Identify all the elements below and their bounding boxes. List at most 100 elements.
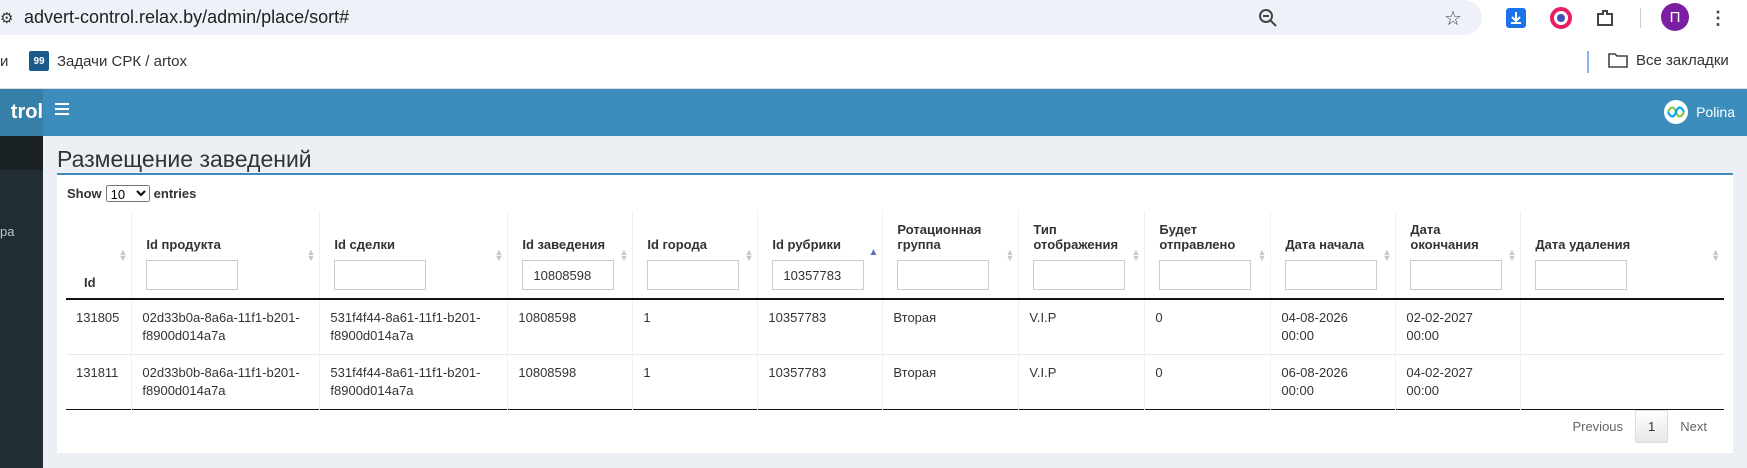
download-icon[interactable] bbox=[1502, 4, 1530, 32]
sort-icon[interactable]: ▲ ▼ bbox=[1005, 248, 1014, 263]
column-header[interactable]: Дата начала ▲ ▼ bbox=[1270, 211, 1396, 299]
column-filter-input[interactable] bbox=[1410, 260, 1503, 290]
column-filter-input[interactable] bbox=[647, 260, 740, 290]
table-cell: 10808598 bbox=[507, 299, 633, 354]
profile-avatar[interactable]: П bbox=[1661, 3, 1689, 31]
next-page-button[interactable]: Next bbox=[1668, 411, 1719, 442]
places-table: Id ▲ ▼ Id продукта ▲ ▼ Id сделки ▲ ▼ Id заведения… bbox=[66, 211, 1724, 410]
page-length-select[interactable]: 10 bbox=[105, 185, 150, 202]
entries-label: entries bbox=[153, 186, 197, 201]
pagination: Previous 1 Next bbox=[1560, 410, 1719, 443]
column-filter-input[interactable] bbox=[1535, 260, 1628, 290]
sort-asc-icon[interactable]: ▲ bbox=[868, 248, 878, 258]
table-cell: 0 bbox=[1144, 354, 1271, 409]
column-header[interactable]: Тип отображения ▲ ▼ bbox=[1018, 211, 1145, 299]
column-header-label: Id сделки bbox=[334, 237, 396, 252]
table-cell: 0 bbox=[1144, 299, 1271, 354]
browser-toolbar: ⚙ advert-control.relax.by/admin/place/so… bbox=[0, 0, 1747, 35]
show-label: Show bbox=[67, 186, 102, 201]
bookmark-favicon-icon: 99 bbox=[29, 51, 49, 71]
table-cell: 1 bbox=[632, 299, 758, 354]
table-cell: 04-02-2027 00:00 bbox=[1395, 354, 1521, 409]
column-filter-input[interactable] bbox=[522, 260, 615, 290]
url-text[interactable]: advert-control.relax.by/admin/place/sort… bbox=[24, 7, 349, 28]
table-cell: 04-08-2026 00:00 bbox=[1270, 299, 1396, 354]
column-header[interactable]: Id ▲ ▼ bbox=[66, 211, 132, 299]
sort-icon[interactable]: ▲ ▼ bbox=[1382, 248, 1391, 263]
column-header[interactable]: Дата окончания ▲ ▼ bbox=[1395, 211, 1521, 299]
user-menu[interactable]: Polina bbox=[1664, 100, 1735, 124]
zoom-icon[interactable] bbox=[1254, 4, 1282, 32]
bookmark-label: Задачи СРК / artox bbox=[57, 52, 187, 70]
sort-icon[interactable]: ▲ ▼ bbox=[1507, 248, 1516, 263]
bookmark-star-icon[interactable]: ☆ bbox=[1439, 4, 1467, 32]
page-1-button[interactable]: 1 bbox=[1635, 410, 1669, 443]
column-header[interactable]: Ротационная группа ▲ ▼ bbox=[882, 211, 1019, 299]
table-cell: V.I.P bbox=[1018, 299, 1145, 354]
folder-icon bbox=[1608, 53, 1628, 68]
sort-icon[interactable]: ▲ ▼ bbox=[619, 248, 628, 263]
column-header-label: Дата начала bbox=[1285, 237, 1365, 252]
column-filter-input[interactable] bbox=[146, 260, 239, 290]
column-filter-input[interactable] bbox=[897, 260, 990, 290]
column-header[interactable]: Id продукта ▲ ▼ bbox=[131, 211, 320, 299]
column-header-label: Дата удаления bbox=[1535, 237, 1631, 252]
address-bar[interactable]: ⚙ advert-control.relax.by/admin/place/so… bbox=[0, 0, 1482, 35]
site-info-icon[interactable]: ⚙ bbox=[0, 9, 13, 27]
table-cell: 10808598 bbox=[507, 354, 633, 409]
browser-menu-icon[interactable]: ⋮ bbox=[1704, 4, 1732, 32]
table-cell: V.I.P bbox=[1018, 354, 1145, 409]
column-header[interactable]: Дата удаления ▲ ▼ bbox=[1520, 211, 1724, 299]
app-logo[interactable]: trol bbox=[0, 89, 43, 136]
column-filter-input[interactable] bbox=[1159, 260, 1252, 290]
previous-page-button[interactable]: Previous bbox=[1560, 411, 1635, 442]
all-bookmarks-button[interactable]: Все закладки bbox=[1608, 51, 1729, 69]
column-filter-input[interactable] bbox=[1033, 260, 1126, 290]
extensions-icon[interactable] bbox=[1591, 4, 1619, 32]
sidebar: ра bbox=[0, 136, 43, 468]
column-header[interactable]: Id города ▲ ▼ bbox=[632, 211, 758, 299]
bookmark-item[interactable]: 99 Задачи СРК / artox bbox=[29, 51, 187, 71]
table-cell: 02d33b0b-8a6a-11f1-b201-f8900d014a7a bbox=[131, 354, 320, 409]
column-filter-input[interactable] bbox=[1285, 260, 1378, 290]
table-cell: 02-02-2027 00:00 bbox=[1395, 299, 1521, 354]
sort-icon[interactable]: ▲ ▼ bbox=[1257, 248, 1266, 263]
table-cell: 10357783 bbox=[757, 354, 883, 409]
bookmarks-bar: и 99 Задачи СРК / artox Все закладки bbox=[0, 35, 1747, 89]
table-cell: 531f4f44-8a61-11f1-b201-f8900d014a7a bbox=[319, 299, 508, 354]
sort-icon[interactable]: ▲ ▼ bbox=[306, 248, 315, 263]
sort-icon[interactable]: ▲ ▼ bbox=[118, 248, 127, 263]
column-header[interactable]: Будет отправлено ▲ ▼ bbox=[1144, 211, 1271, 299]
column-filter-input[interactable] bbox=[772, 260, 865, 290]
places-box: Show 10 entries Id ▲ ▼ Id продукта ▲ ▼ Id сдел… bbox=[57, 173, 1733, 453]
all-bookmarks-label: Все закладки bbox=[1636, 51, 1729, 69]
column-header[interactable]: Id рубрики ▲ bbox=[757, 211, 883, 299]
table-cell: 02d33b0a-8a6a-11f1-b201-f8900d014a7a bbox=[131, 299, 320, 354]
column-header[interactable]: Id сделки ▲ ▼ bbox=[319, 211, 508, 299]
table-cell: 131811 bbox=[76, 364, 119, 380]
table-row: 131805 02d33b0a-8a6a-11f1-b201-f8900d014a… bbox=[66, 299, 1724, 354]
column-header-label: Id заведения bbox=[522, 237, 606, 252]
table-cell: 131805 bbox=[76, 310, 120, 325]
sort-icon[interactable]: ▲ ▼ bbox=[1711, 248, 1720, 263]
bookmark-item-partial[interactable]: и bbox=[0, 53, 8, 70]
column-header[interactable]: Id заведения ▲▼ bbox=[507, 211, 633, 299]
table-row: 131811 02d33b0b-8a6a-11f1-b201-f8900d014a… bbox=[66, 354, 1724, 409]
column-header-label: Ротационная группа bbox=[897, 222, 982, 252]
sort-icon[interactable]: ▲ ▼ bbox=[494, 248, 503, 263]
user-avatar-icon bbox=[1664, 100, 1689, 124]
table-cell: 10357783 bbox=[757, 299, 883, 354]
column-header-label: Id города bbox=[647, 237, 707, 252]
table-cell: 1 bbox=[632, 354, 758, 409]
sort-icon[interactable]: ▲ ▼ bbox=[744, 248, 753, 263]
sidebar-item-active[interactable] bbox=[0, 136, 43, 170]
table-cell bbox=[1520, 299, 1724, 354]
column-filter-input[interactable] bbox=[334, 260, 427, 290]
page-length-control: Show 10 entries bbox=[67, 185, 196, 202]
sort-icon[interactable]: ▲ ▼ bbox=[1131, 248, 1140, 263]
sidebar-toggle-icon[interactable] bbox=[55, 103, 69, 117]
color-extension-icon[interactable] bbox=[1547, 4, 1575, 32]
page-title: Размещение заведений bbox=[57, 146, 312, 172]
user-name: Polina bbox=[1696, 104, 1735, 120]
sidebar-item-partial[interactable]: ра bbox=[0, 224, 14, 239]
